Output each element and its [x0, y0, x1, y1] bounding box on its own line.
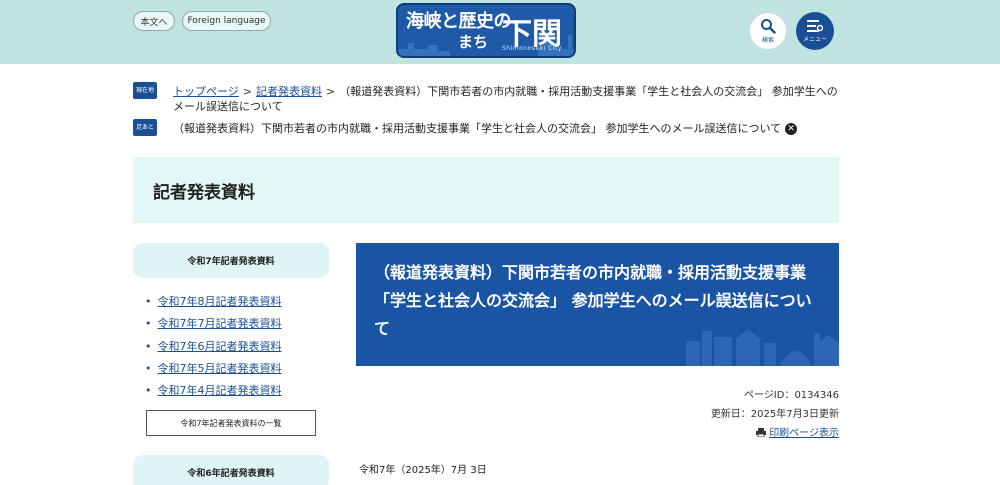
menu-button-label: メニュー [802, 36, 827, 43]
article-headline-banner: （報道発表資料）下関市若者の市内就職・採用活動支援事業「学生と社会人の交流会」 … [356, 243, 839, 366]
page-title: 記者発表資料 [153, 183, 255, 203]
current-location-badge: 現在地 [133, 82, 158, 99]
site-header: 本文へ Foreign language 海峡と歴史の まち 下関 Shimon… [0, 0, 1000, 64]
menu-button[interactable]: メニュー [796, 12, 834, 50]
article-headline: （報道発表資料）下関市若者の市内就職・採用活動支援事業「学生と社会人の交流会」 … [374, 263, 812, 338]
section-title-band: 記者発表資料 [133, 157, 839, 223]
print-page-label[interactable]: 印刷ページ表示 [769, 428, 839, 439]
sidebar-item-link[interactable]: 令和7年6月記者発表資料 [158, 340, 282, 353]
site-logo[interactable]: 海峡と歴史の まち 下関 Shimonoseki City [396, 3, 576, 58]
sidebar-list-all-button[interactable]: 令和7年記者発表資料の一覧 [146, 410, 316, 436]
bullet-icon: • [145, 317, 152, 331]
foreign-language-button[interactable]: Foreign language [182, 11, 271, 31]
article-date: 令和7年（2025年）7月 3日 [359, 465, 487, 476]
search-button[interactable]: 検索 [749, 12, 787, 50]
bullet-icon: • [145, 339, 152, 353]
footprint-trail: 足あと （報道発表資料）下関市若者の市内就職・採用活動支援事業「学生と社会人の交… [133, 119, 843, 138]
printer-icon [756, 428, 767, 438]
breadcrumb-section-link[interactable]: 記者発表資料 [256, 85, 322, 98]
page-id: ページID：0134346 [744, 390, 839, 401]
menu-icon [807, 20, 823, 32]
search-icon [761, 19, 776, 34]
footprint-badge: 足あと [133, 119, 158, 136]
bullet-icon: • [145, 361, 152, 375]
sidebar-item-link[interactable]: 令和7年8月記者発表資料 [158, 295, 282, 308]
sidebar-item-link[interactable]: 令和7年7月記者発表資料 [158, 317, 282, 330]
sidebar-item-link[interactable]: 令和7年4月記者発表資料 [158, 384, 282, 397]
print-page-link[interactable]: 印刷ページ表示 [756, 424, 839, 439]
breadcrumb-home-link[interactable]: トップページ [173, 85, 239, 98]
updated-date: 更新日：2025年7月3日更新 [710, 409, 839, 420]
sidebar-item[interactable]: • 令和7年8月記者発表資料 [145, 291, 282, 313]
sidebar-list: • 令和7年8月記者発表資料 • 令和7年7月記者発表資料 • 令和7年6月記者発表資… [145, 291, 282, 402]
sidebar-item[interactable]: • 令和7年6月記者発表資料 [145, 336, 282, 358]
sidebar-heading-r7: 令和7年記者発表資料 [133, 243, 329, 278]
sidebar-item[interactable]: • 令和7年5月記者発表資料 [145, 358, 282, 380]
sidebar-item[interactable]: • 令和7年7月記者発表資料 [145, 313, 282, 335]
bullet-icon: • [145, 295, 152, 308]
footprint-page[interactable]: （報道発表資料）下関市若者の市内就職・採用活動支援事業「学生と社会人の交流会」 … [173, 122, 781, 135]
close-icon[interactable]: ✕ [785, 123, 798, 135]
sidebar-item-link[interactable]: 令和7年5月記者発表資料 [158, 362, 282, 375]
logo-tagline-sub: まち [458, 33, 489, 51]
search-button-label: 検索 [761, 37, 774, 44]
sidebar-item[interactable]: • 令和7年4月記者発表資料 [145, 380, 282, 402]
sidebar-heading-r6: 令和6年記者発表資料 [133, 455, 329, 485]
skip-to-content-link[interactable]: 本文へ [133, 11, 175, 31]
logo-tagline: 海峡と歴史の [406, 11, 512, 32]
logo-city-roman: Shimonoseki City [502, 45, 562, 52]
breadcrumb: 現在地 トップページ > 記者発表資料 > （報道発表資料）下関市若者の市内就職・採用活… [133, 82, 843, 113]
bullet-icon: • [145, 384, 152, 398]
